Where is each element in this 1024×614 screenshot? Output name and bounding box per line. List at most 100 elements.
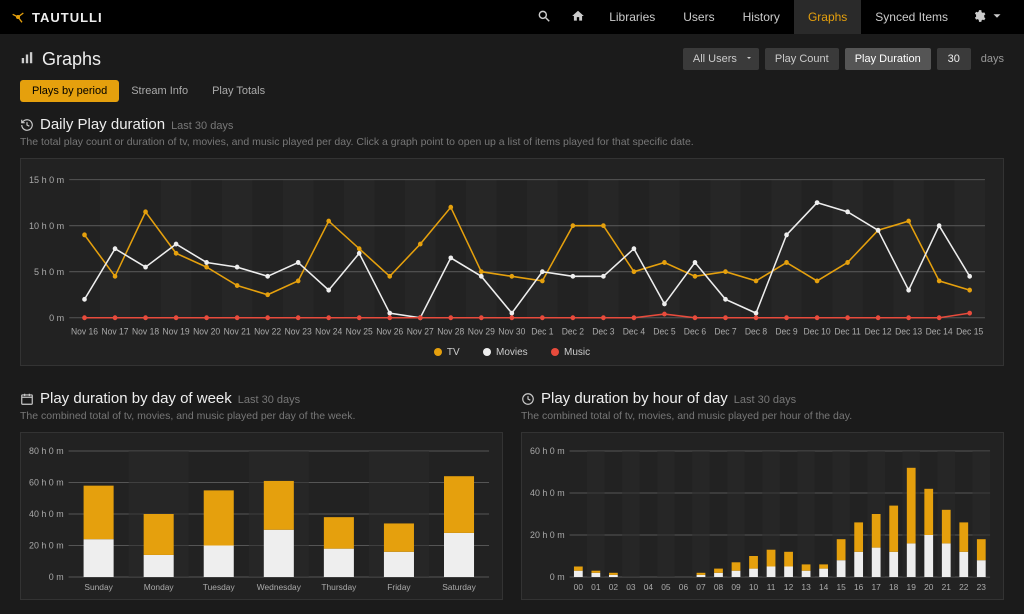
svg-text:80 h 0 m: 80 h 0 m (29, 446, 64, 456)
section-hourly: Play duration by hour of day Last 30 day… (521, 390, 1004, 600)
legend-dot-music (551, 348, 559, 356)
calendar-icon (20, 392, 34, 406)
svg-text:21: 21 (942, 582, 952, 592)
gear-icon (972, 9, 986, 26)
svg-text:Nov 23: Nov 23 (285, 327, 312, 337)
header-controls: All Users Play Count Play Duration days (683, 48, 1004, 70)
tab-plays-by-period[interactable]: Plays by period (20, 80, 119, 102)
svg-text:Dec 10: Dec 10 (804, 327, 831, 337)
svg-text:Nov 29: Nov 29 (468, 327, 495, 337)
svg-text:Nov 22: Nov 22 (254, 327, 281, 337)
svg-text:Thursday: Thursday (321, 582, 357, 592)
home-button[interactable] (561, 0, 595, 34)
days-input[interactable] (937, 48, 971, 70)
svg-text:Tuesday: Tuesday (203, 582, 236, 592)
svg-text:15 h 0 m: 15 h 0 m (29, 175, 64, 185)
play-count-toggle[interactable]: Play Count (765, 48, 839, 70)
home-icon (571, 9, 585, 26)
section-weekly: Play duration by day of week Last 30 day… (20, 390, 503, 600)
svg-text:Nov 24: Nov 24 (315, 327, 342, 337)
tabs: Plays by period Stream Info Play Totals (20, 80, 1004, 102)
svg-text:02: 02 (609, 582, 619, 592)
top-nav: TAUTULLI Libraries Users History Graphs … (0, 0, 1024, 34)
legend-tv[interactable]: TV (434, 347, 460, 358)
search-button[interactable] (527, 0, 561, 34)
svg-text:12: 12 (784, 582, 794, 592)
daily-desc: The total play count or duration of tv, … (20, 136, 1004, 148)
brand[interactable]: TAUTULLI (10, 9, 103, 25)
svg-text:0 m: 0 m (49, 313, 64, 323)
svg-text:Dec 9: Dec 9 (775, 327, 797, 337)
svg-text:Nov 28: Nov 28 (437, 327, 464, 337)
svg-text:Nov 20: Nov 20 (193, 327, 220, 337)
nav-users[interactable]: Users (669, 0, 728, 34)
svg-text:Dec 13: Dec 13 (895, 327, 922, 337)
history-icon (20, 118, 34, 132)
svg-text:Dec 14: Dec 14 (926, 327, 953, 337)
svg-text:Saturday: Saturday (442, 582, 476, 592)
svg-text:14: 14 (819, 582, 829, 592)
svg-text:Friday: Friday (387, 582, 411, 592)
svg-text:Dec 3: Dec 3 (592, 327, 614, 337)
svg-text:11: 11 (767, 582, 776, 592)
clock-icon (521, 392, 535, 406)
brand-logo-icon (10, 9, 26, 25)
svg-text:0 m: 0 m (49, 572, 64, 582)
nav-history[interactable]: History (729, 0, 794, 34)
svg-text:18: 18 (889, 582, 899, 592)
daily-title: Daily Play duration (40, 116, 165, 133)
svg-text:Sunday: Sunday (84, 582, 113, 592)
hourly-subtitle: Last 30 days (734, 394, 796, 406)
settings-menu[interactable] (962, 0, 1014, 34)
svg-text:23: 23 (977, 582, 987, 592)
svg-text:Nov 19: Nov 19 (163, 327, 190, 337)
svg-text:Monday: Monday (144, 582, 175, 592)
nav-libraries[interactable]: Libraries (595, 0, 669, 34)
svg-text:Nov 25: Nov 25 (346, 327, 373, 337)
svg-text:15: 15 (836, 582, 846, 592)
nav-items: Libraries Users History Graphs Synced It… (527, 0, 1014, 34)
svg-text:5 h 0 m: 5 h 0 m (34, 267, 64, 277)
search-icon (537, 9, 551, 26)
user-select[interactable]: All Users (683, 48, 759, 70)
hourly-chart[interactable]: 0 m20 h 0 m40 h 0 m60 h 0 m0001020304050… (521, 432, 1004, 600)
svg-text:01: 01 (591, 582, 601, 592)
section-daily: Daily Play duration Last 30 days The tot… (20, 116, 1004, 366)
page-title: Graphs (20, 49, 101, 70)
legend-music[interactable]: Music (551, 347, 590, 358)
svg-text:13: 13 (801, 582, 811, 592)
svg-text:40 h 0 m: 40 h 0 m (29, 509, 64, 519)
svg-text:Dec 15: Dec 15 (956, 327, 983, 337)
svg-text:Dec 12: Dec 12 (865, 327, 892, 337)
svg-text:10: 10 (749, 582, 759, 592)
svg-text:16: 16 (854, 582, 864, 592)
tab-play-totals[interactable]: Play Totals (200, 80, 277, 102)
svg-text:22: 22 (959, 582, 969, 592)
svg-text:06: 06 (679, 582, 689, 592)
svg-text:Nov 17: Nov 17 (102, 327, 129, 337)
daily-chart[interactable]: 0 m5 h 0 m10 h 0 m15 h 0 mNov 16Nov 17No… (20, 158, 1004, 366)
svg-text:19: 19 (907, 582, 917, 592)
svg-text:Nov 16: Nov 16 (71, 327, 98, 337)
svg-text:0 m: 0 m (550, 572, 565, 582)
days-label: days (981, 53, 1004, 65)
svg-text:Nov 30: Nov 30 (498, 327, 525, 337)
svg-text:04: 04 (644, 582, 654, 592)
nav-synced-items[interactable]: Synced Items (861, 0, 962, 34)
caret-down-icon (990, 9, 1004, 26)
legend-movies[interactable]: Movies (483, 347, 528, 358)
svg-text:08: 08 (714, 582, 724, 592)
play-duration-toggle[interactable]: Play Duration (845, 48, 931, 70)
svg-text:60 h 0 m: 60 h 0 m (29, 477, 64, 487)
svg-text:Dec 8: Dec 8 (745, 327, 767, 337)
svg-text:Nov 18: Nov 18 (132, 327, 159, 337)
hourly-desc: The combined total of tv, movies, and mu… (521, 410, 1004, 422)
legend-dot-movies (483, 348, 491, 356)
nav-graphs[interactable]: Graphs (794, 0, 861, 34)
tab-stream-info[interactable]: Stream Info (119, 80, 200, 102)
svg-text:05: 05 (661, 582, 671, 592)
page-body: Graphs All Users Play Count Play Duratio… (0, 34, 1024, 614)
weekly-chart[interactable]: 0 m20 h 0 m40 h 0 m60 h 0 m80 h 0 mSunda… (20, 432, 503, 600)
svg-text:07: 07 (696, 582, 706, 592)
page-header: Graphs All Users Play Count Play Duratio… (20, 48, 1004, 70)
